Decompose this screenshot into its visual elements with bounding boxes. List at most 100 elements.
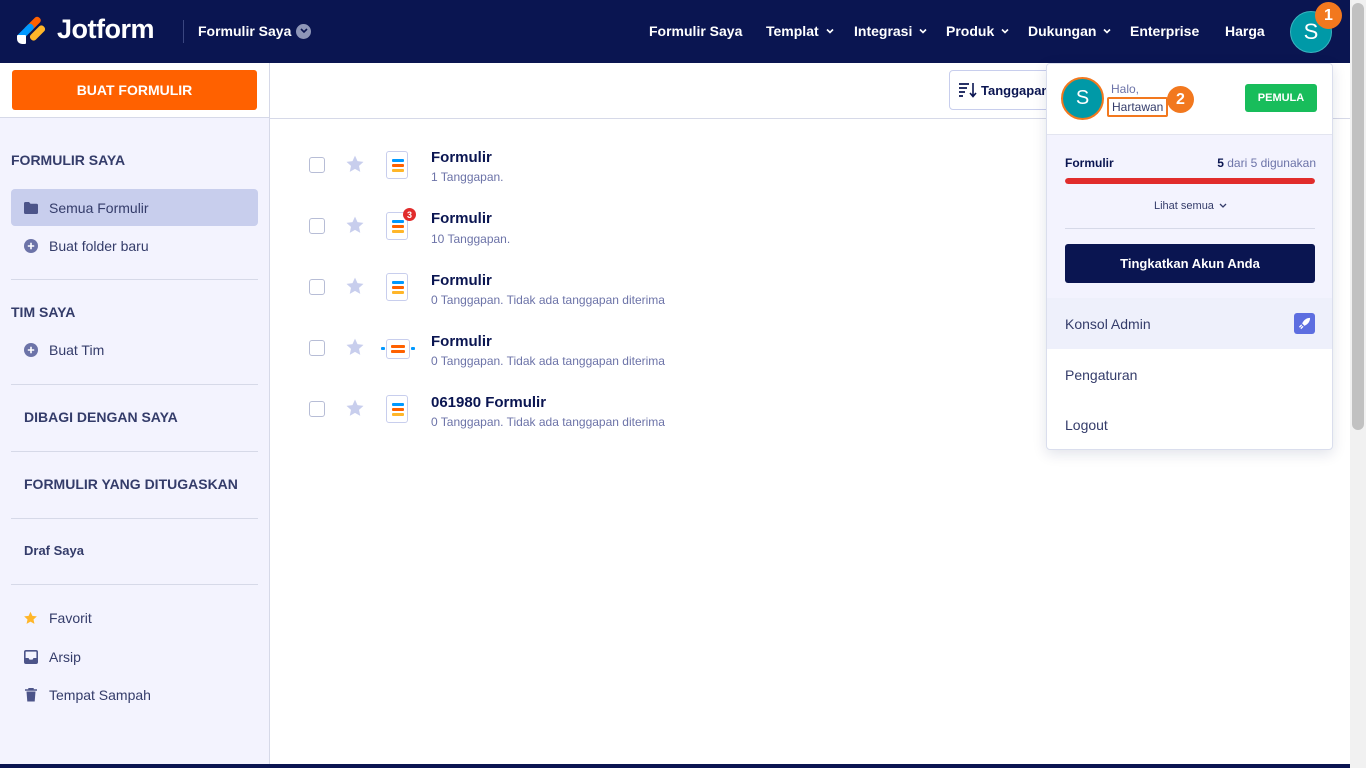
sort-button[interactable]: Tanggapan — [949, 70, 1059, 110]
nav-harga[interactable]: Harga — [1225, 23, 1265, 39]
form-icon — [386, 273, 408, 301]
chevron-down-icon — [1001, 28, 1009, 34]
sidebar-item-assigned-forms[interactable]: FORMULIR YANG DITUGASKAN — [24, 476, 238, 492]
chevron-down-icon — [919, 28, 927, 34]
form-icon — [386, 395, 408, 423]
nav-formulir-saya[interactable]: Formulir Saya — [649, 23, 742, 39]
nav-templat[interactable]: Templat — [766, 23, 835, 39]
sidebar-divider — [11, 384, 258, 385]
usage-label: Formulir — [1065, 156, 1114, 170]
form-title[interactable]: Formulir — [431, 210, 492, 227]
top-navigation-bar: Jotform Formulir Saya Formulir Saya Temp… — [0, 0, 1366, 63]
menu-item-settings[interactable]: Pengaturan — [1047, 349, 1332, 400]
folder-icon — [23, 200, 38, 215]
sidebar-divider — [11, 279, 258, 280]
form-title[interactable]: 061980 Formulir — [431, 394, 546, 411]
my-forms-section-title: FORMULIR SAYA — [11, 152, 126, 168]
sidebar-item-my-drafts[interactable]: Draf Saya — [24, 543, 84, 558]
sidebar-item-archive[interactable]: Arsip — [11, 638, 258, 675]
nav-enterprise[interactable]: Enterprise — [1130, 23, 1199, 39]
username[interactable]: Hartawan — [1107, 97, 1169, 117]
menu-item-admin-console[interactable]: Konsol Admin — [1047, 298, 1332, 349]
usage-divider — [1065, 228, 1315, 229]
menu-item-label: Konsol Admin — [1065, 315, 1151, 332]
chevron-down-icon — [1219, 203, 1227, 208]
sort-icon — [959, 82, 977, 98]
nav-produk[interactable]: Produk — [946, 23, 1010, 39]
select-checkbox[interactable] — [309, 279, 325, 295]
sidebar-divider — [11, 584, 258, 585]
sidebar-header: BUAT FORMULIR — [0, 63, 269, 118]
chevron-down-icon — [1103, 28, 1112, 34]
sidebar-divider — [11, 518, 258, 519]
usage-section: Formulir 5 dari 5 digunakan Lihat semua … — [1047, 135, 1332, 298]
workspace-label: Formulir Saya — [198, 23, 292, 39]
menu-item-label: Pengaturan — [1065, 366, 1138, 383]
usage-progress-fill — [1065, 178, 1315, 184]
form-title[interactable]: Formulir — [431, 333, 492, 350]
form-responses: 0 Tanggapan. Tidak ada tanggapan diterim… — [431, 293, 665, 307]
header-divider — [183, 20, 184, 43]
workspace-selector[interactable]: Formulir Saya — [198, 23, 312, 39]
chevron-down-icon — [826, 28, 834, 34]
chevron-down-icon — [296, 23, 312, 39]
trash-icon — [23, 687, 38, 702]
star-icon[interactable] — [345, 215, 365, 235]
account-header: S Halo, Hartawan 2 PEMULA — [1047, 64, 1332, 135]
sidebar: BUAT FORMULIR FORMULIR SAYA Semua Formul… — [0, 63, 270, 768]
create-form-button[interactable]: BUAT FORMULIR — [12, 70, 257, 110]
sort-label: Tanggapan — [981, 82, 1050, 98]
sidebar-item-create-team[interactable]: Buat Tim — [11, 331, 258, 368]
sidebar-item-shared-with-me[interactable]: DIBAGI DENGAN SAYA — [24, 409, 178, 425]
step-badge: 2 — [1167, 86, 1194, 113]
star-icon — [23, 610, 38, 625]
form-title[interactable]: Formulir — [431, 272, 492, 289]
archive-icon — [23, 649, 38, 664]
sidebar-item-all-forms[interactable]: Semua Formulir — [11, 189, 258, 226]
select-checkbox[interactable] — [309, 157, 325, 173]
step-badge: 1 — [1315, 2, 1342, 29]
rocket-icon — [1294, 313, 1315, 334]
nav-dukungan[interactable]: Dukungan — [1028, 23, 1112, 39]
select-checkbox[interactable] — [309, 401, 325, 417]
avatar: S — [1061, 77, 1104, 120]
plus-circle-icon — [23, 238, 38, 253]
sidebar-divider — [11, 451, 258, 452]
star-icon[interactable] — [345, 398, 365, 418]
sidebar-item-label: Favorit — [49, 609, 92, 626]
sidebar-item-label: Semua Formulir — [49, 199, 149, 216]
select-checkbox[interactable] — [309, 340, 325, 356]
sidebar-item-trash[interactable]: Tempat Sampah — [11, 676, 258, 713]
form-title[interactable]: Formulir — [431, 149, 492, 166]
star-icon[interactable] — [345, 154, 365, 174]
upgrade-account-button[interactable]: Tingkatkan Akun Anda — [1065, 244, 1315, 283]
sidebar-item-label: Buat Tim — [49, 341, 105, 358]
usage-progress-bar — [1065, 178, 1315, 184]
sidebar-item-label: Arsip — [49, 648, 81, 665]
menu-item-logout[interactable]: Logout — [1047, 399, 1332, 449]
new-responses-badge: 3 — [403, 208, 416, 221]
jotform-logo-icon — [15, 14, 47, 45]
scrollbar-thumb[interactable] — [1352, 3, 1364, 430]
plan-badge[interactable]: PEMULA — [1245, 84, 1317, 112]
form-icon — [386, 151, 408, 179]
usage-value: 5 dari 5 digunakan — [1217, 156, 1316, 170]
greeting-text: Halo, — [1111, 82, 1140, 96]
sidebar-item-favorites[interactable]: Favorit — [11, 599, 258, 636]
nav-integrasi[interactable]: Integrasi — [854, 23, 928, 39]
form-responses: 1 Tanggapan. — [431, 170, 504, 184]
form-responses: 0 Tanggapan. Tidak ada tanggapan diterim… — [431, 415, 665, 429]
bottom-strip — [0, 764, 1350, 768]
sidebar-item-label: Tempat Sampah — [49, 686, 151, 703]
plus-circle-icon — [23, 342, 38, 357]
my-team-section-title: TIM SAYA — [11, 304, 76, 320]
form-responses: 10 Tanggapan. — [431, 232, 511, 246]
star-icon[interactable] — [345, 276, 365, 296]
star-icon[interactable] — [345, 337, 365, 357]
sidebar-item-new-folder[interactable]: Buat folder baru — [11, 227, 258, 264]
select-checkbox[interactable] — [309, 218, 325, 234]
jotform-logo[interactable]: Jotform — [15, 14, 155, 45]
account-dropdown-menu: S Halo, Hartawan 2 PEMULA Formulir 5 dar… — [1046, 63, 1333, 450]
page-scrollbar[interactable] — [1350, 0, 1366, 768]
see-all-link[interactable]: Lihat semua — [1047, 200, 1332, 212]
